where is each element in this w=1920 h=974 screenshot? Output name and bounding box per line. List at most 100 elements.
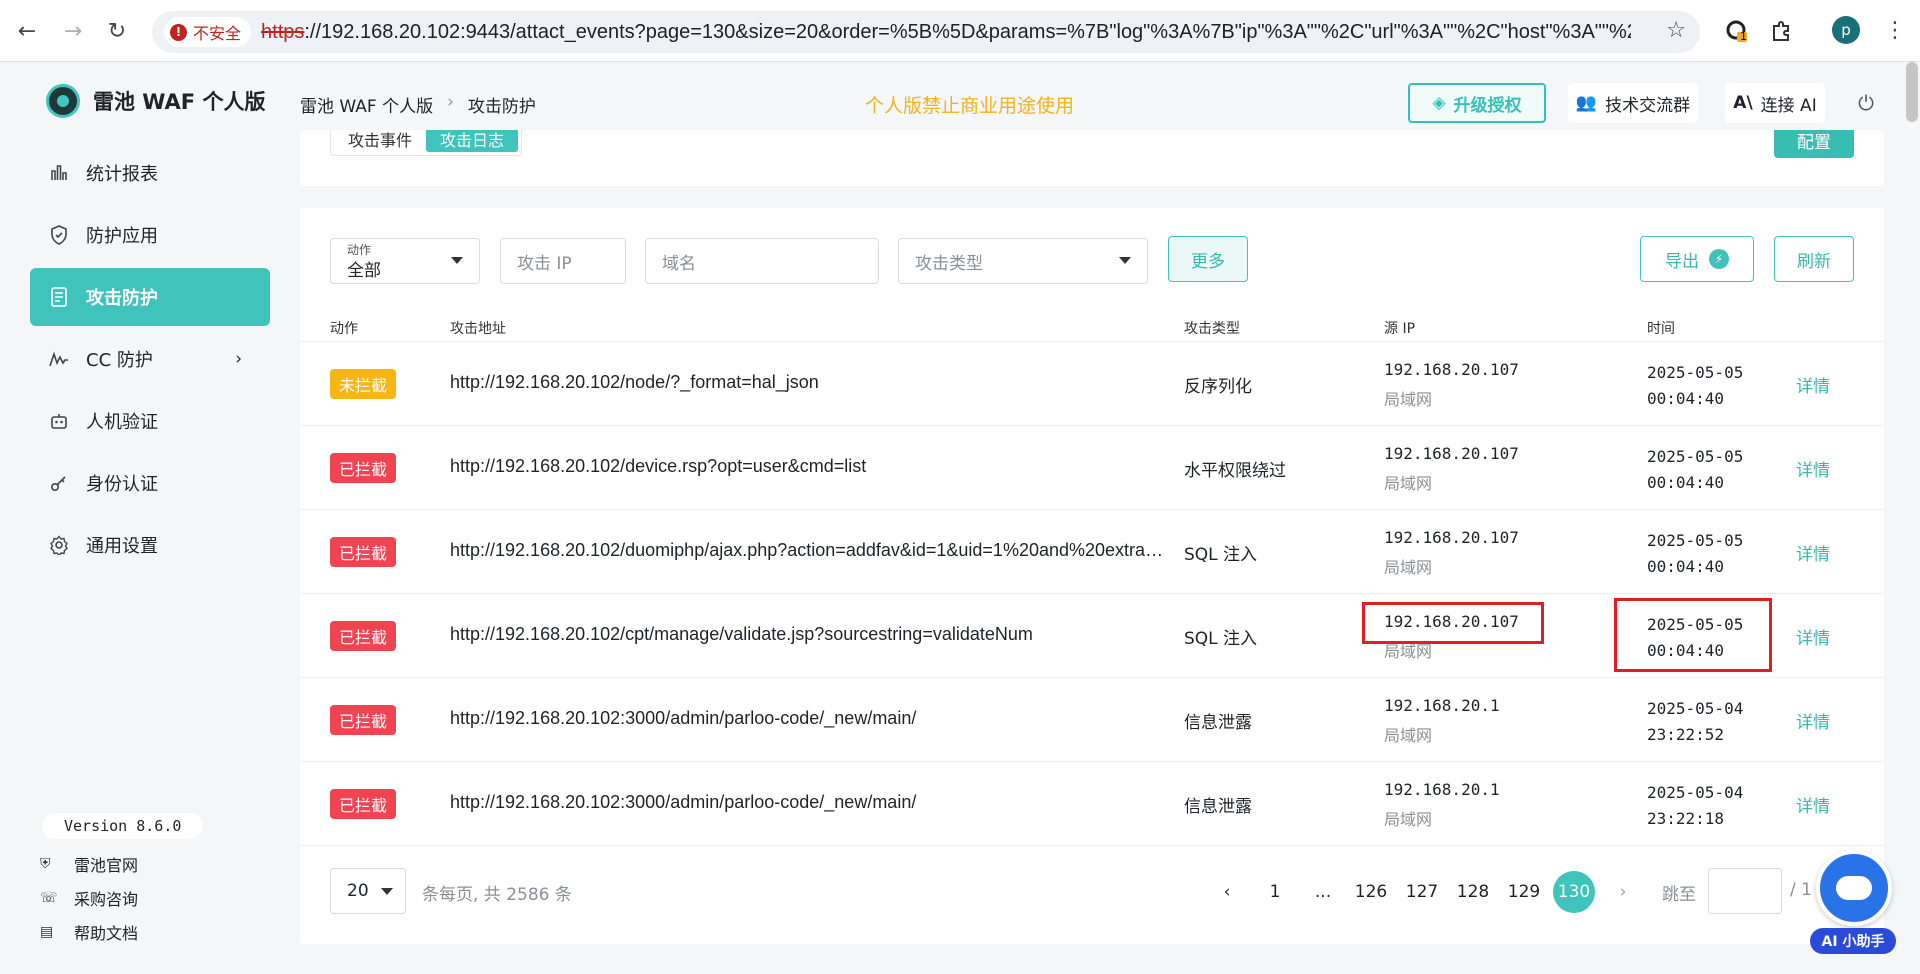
bookmark-star-icon[interactable]: ☆ xyxy=(1666,18,1686,43)
sidebar-item-label: 人机验证 xyxy=(86,412,158,433)
action-select-label: 动作 xyxy=(347,243,372,257)
page-scrollbar[interactable] xyxy=(1906,62,1918,122)
document-icon xyxy=(48,286,70,308)
tab-attack-logs[interactable]: 攻击日志 xyxy=(426,130,519,152)
column-header: 源 IP xyxy=(1384,321,1416,337)
source-ip: 192.168.20.1 xyxy=(1384,696,1500,715)
reload-icon[interactable]: ↻ xyxy=(100,14,134,48)
page-button-current[interactable]: 130 xyxy=(1553,871,1595,913)
caret-down-icon xyxy=(451,257,463,264)
source-ip: 192.168.20.107 xyxy=(1384,528,1519,547)
breadcrumb-home[interactable]: 雷池 WAF 个人版 xyxy=(300,92,433,117)
view-segmented-control: 攻击事件 攻击日志 xyxy=(330,130,523,156)
detail-link[interactable]: 详情 xyxy=(1796,624,1830,649)
config-button[interactable]: 配置 xyxy=(1774,130,1854,158)
page-ellipsis[interactable]: ... xyxy=(1303,872,1343,912)
robot-icon xyxy=(48,410,70,432)
attack-url: http://192.168.20.102/duomiphp/ajax.php?… xyxy=(450,540,1165,560)
profile-avatar[interactable]: p xyxy=(1832,16,1860,44)
url-rest: ://192.168.20.102:9443/attact_events?pag… xyxy=(304,20,1632,43)
page-button[interactable]: 129 xyxy=(1504,872,1544,912)
domain-placeholder: 域名 xyxy=(662,253,696,274)
column-header: 攻击地址 xyxy=(450,321,506,337)
table-row[interactable]: 已拦截 http://192.168.20.102/duomiphp/ajax.… xyxy=(300,510,1884,594)
table-header: 动作 攻击地址 攻击类型 源 IP 时间 xyxy=(300,312,1884,342)
table-row[interactable]: 已拦截 http://192.168.20.102/cpt/manage/val… xyxy=(300,594,1884,678)
sidebar-item-apps[interactable]: 防护应用 xyxy=(30,206,270,264)
page-size-value: 20 xyxy=(347,881,369,901)
event-time: 2025-05-05 00:04:40 xyxy=(1647,528,1743,580)
prev-page-icon[interactable]: ‹ xyxy=(1207,872,1247,912)
tech-group-button[interactable]: 👥 技术交流群 xyxy=(1568,83,1698,123)
connect-ai-button[interactable]: A\ 连接 AI xyxy=(1725,83,1825,123)
sidebar-item-attack-protection[interactable]: 攻击防护 xyxy=(30,268,270,326)
network-type: 局域网 xyxy=(1384,390,1433,409)
sidebar-item-auth[interactable]: 身份认证 xyxy=(30,454,270,512)
sidebar-item-label: 防护应用 xyxy=(86,226,158,247)
jump-page-input[interactable] xyxy=(1708,868,1782,914)
menu-kebab-icon[interactable]: ⋮ xyxy=(1884,18,1906,43)
column-header: 攻击类型 xyxy=(1184,321,1240,337)
page-button[interactable]: 126 xyxy=(1351,872,1391,912)
status-badge: 未拦截 xyxy=(330,369,397,399)
upgrade-button[interactable]: ◈ 升级授权 xyxy=(1408,83,1546,123)
detail-link[interactable]: 详情 xyxy=(1796,792,1830,817)
action-select[interactable]: 动作 全部 xyxy=(330,238,480,284)
export-button[interactable]: 导出 ⚡ xyxy=(1640,236,1754,282)
key-icon xyxy=(48,472,70,494)
event-date: 2025-05-04 xyxy=(1647,783,1744,802)
table-row[interactable]: 已拦截 http://192.168.20.102:3000/admin/par… xyxy=(300,762,1884,846)
attack-type-select[interactable]: 攻击类型 xyxy=(898,238,1148,284)
more-filters-button[interactable]: 更多 xyxy=(1168,236,1248,282)
source-ip: 192.168.20.1 xyxy=(1384,780,1500,799)
official-site-link[interactable]: ⛨ 雷池官网 xyxy=(40,852,138,876)
ai-assistant-button[interactable]: AI 小助手 xyxy=(1810,850,1896,960)
forward-icon[interactable]: → xyxy=(56,14,90,48)
security-indicator[interactable]: ! 不安全 xyxy=(164,17,252,47)
network-type: 局域网 xyxy=(1384,726,1433,745)
view-switch-card: 攻击事件 攻击日志 配置 xyxy=(300,130,1884,186)
help-docs-link[interactable]: ▤ 帮助文档 xyxy=(40,920,138,944)
assistant-label: AI 小助手 xyxy=(1810,928,1896,954)
foot-link-label: 雷池官网 xyxy=(74,856,139,875)
table-row[interactable]: 已拦截 http://192.168.20.102:3000/admin/par… xyxy=(300,678,1884,762)
detail-link[interactable]: 详情 xyxy=(1796,456,1830,481)
detail-link[interactable]: 详情 xyxy=(1796,372,1830,397)
url-text[interactable]: https://192.168.20.102:9443/attact_event… xyxy=(261,21,1631,44)
table-row[interactable]: 已拦截 http://192.168.20.102/device.rsp?opt… xyxy=(300,426,1884,510)
address-bar[interactable]: ! 不安全 https://192.168.20.102:9443/attact… xyxy=(152,11,1700,53)
pulse-icon xyxy=(48,348,70,370)
domain-input[interactable]: 域名 xyxy=(645,238,879,284)
sidebar-item-captcha[interactable]: 人机验证 xyxy=(30,392,270,450)
sidebar-item-settings[interactable]: 通用设置 xyxy=(30,516,270,574)
diamond-icon: ◈ xyxy=(1432,93,1446,113)
tab-attack-events[interactable]: 攻击事件 xyxy=(334,130,426,152)
extension-icon[interactable]: 1 xyxy=(1722,16,1752,46)
status-badge: 已拦截 xyxy=(330,537,397,567)
headset-icon: ☏ xyxy=(40,890,58,906)
detail-link[interactable]: 详情 xyxy=(1796,540,1830,565)
attack-type: 水平权限绕过 xyxy=(1184,461,1286,481)
page-button[interactable]: 127 xyxy=(1402,872,1442,912)
purchase-consult-link[interactable]: ☏ 采购咨询 xyxy=(40,886,138,910)
shield-icon xyxy=(48,224,70,246)
sidebar-item-label: 通用设置 xyxy=(86,536,158,557)
back-icon[interactable]: ← xyxy=(10,14,44,48)
logout-icon[interactable]: ⏻ xyxy=(1852,83,1880,123)
detail-link[interactable]: 详情 xyxy=(1796,708,1830,733)
page-button[interactable]: 1 xyxy=(1255,872,1295,912)
refresh-button[interactable]: 刷新 xyxy=(1774,236,1854,282)
ip-highlight-box xyxy=(1362,602,1544,644)
chevron-right-icon: › xyxy=(447,92,454,112)
next-page-icon[interactable]: › xyxy=(1603,872,1643,912)
attack-ip-input[interactable]: 攻击 IP xyxy=(500,238,626,284)
event-clock: 23:22:52 xyxy=(1647,725,1725,744)
page-size-select[interactable]: 20 xyxy=(330,868,406,914)
sidebar-item-stats[interactable]: 统计报表 xyxy=(30,144,270,202)
attack-type: 信息泄露 xyxy=(1184,713,1252,733)
table-row[interactable]: 未拦截 http://192.168.20.102/node/?_format=… xyxy=(300,342,1884,426)
puzzle-icon[interactable] xyxy=(1766,16,1796,46)
sidebar-item-cc-protection[interactable]: CC 防护 › xyxy=(30,330,270,388)
tech-group-label: 技术交流群 xyxy=(1605,95,1691,116)
page-button[interactable]: 128 xyxy=(1453,872,1493,912)
